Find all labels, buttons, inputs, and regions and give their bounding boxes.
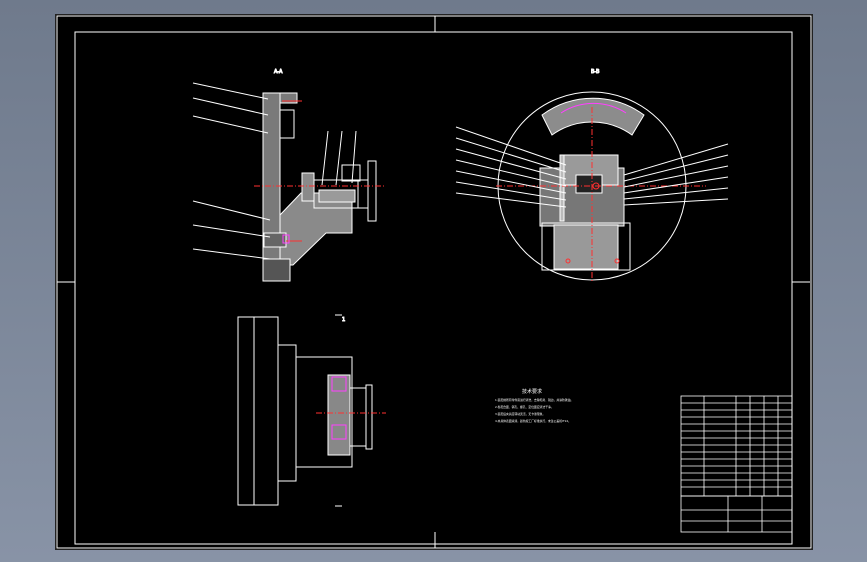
tech-line-4: 4.夹具体表面涂漆，颜色按工厂标准执行，未注公差按IT14。 <box>495 419 571 423</box>
drawing-canvas: A-A B-B 1 技术要求 1.装配前所有零件需进行清洗，去除毛刺、锐边，并涂… <box>56 15 812 549</box>
tech-notes: 技术要求 1.装配前所有零件需进行清洗，去除毛刺、锐边，并涂防锈油。 2.各配合… <box>495 388 573 423</box>
view-a: A-A <box>192 69 386 282</box>
view-b-label: B-B <box>591 69 600 75</box>
parts-list-rows <box>681 402 792 488</box>
drawing-sheet: A-A B-B 1 技术要求 1.装配前所有零件需进行清洗，去除毛刺、锐边，并涂… <box>55 14 813 550</box>
tech-line-3: 3.装配后夹具应转动灵活，无卡滞现象。 <box>495 412 545 416</box>
view-c-label: 1 <box>342 317 345 323</box>
view-b: B-B <box>455 69 729 283</box>
outer-frame <box>56 15 812 549</box>
inner-frame <box>74 31 793 545</box>
tech-line-1: 1.装配前所有零件需进行清洗，去除毛刺、锐边，并涂防锈油。 <box>495 398 573 402</box>
view-a-label: A-A <box>274 69 283 75</box>
tech-line-2: 2.各配合面、销孔、螺孔、定位面应清洁干净。 <box>495 405 554 409</box>
tech-title: 技术要求 <box>522 388 542 395</box>
view-c: 1 <box>237 314 386 507</box>
title-block <box>680 395 793 533</box>
